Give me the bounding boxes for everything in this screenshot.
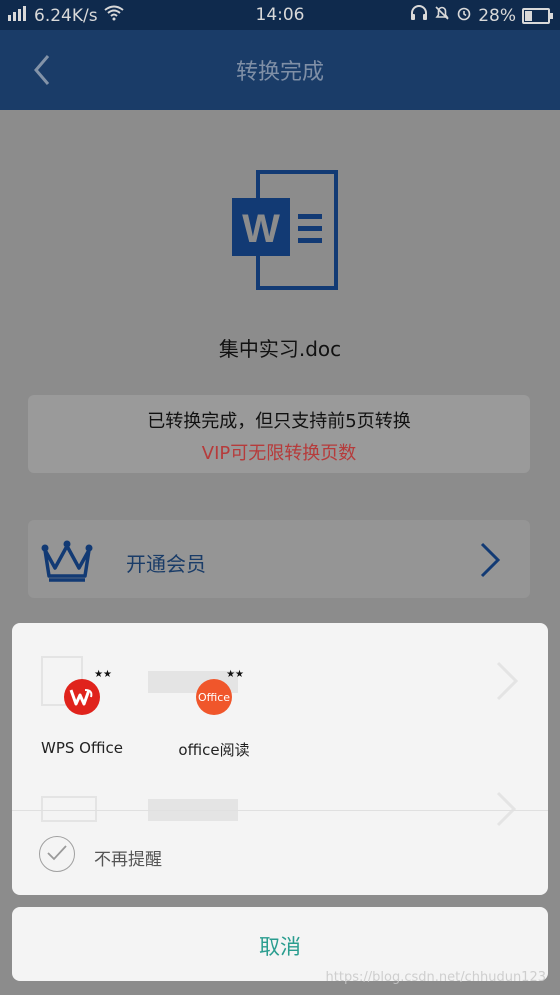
title-bar: 转换完成 [0, 30, 560, 110]
alarm-icon [456, 5, 472, 26]
watermark: https://blog.csdn.net/chhudun123 [325, 970, 546, 985]
battery-percent: 28% [478, 5, 516, 26]
notice-line-2: VIP可无限转换页数 [201, 443, 357, 464]
open-with-dialog: ★★ WPS Office Office ★★ office阅读 不再提醒 [12, 623, 548, 895]
open-vip-row[interactable]: 开通会员 [28, 520, 530, 598]
wps-office-icon: ★★ [62, 669, 112, 715]
battery-icon [522, 7, 553, 24]
notice-line-1: 已转换完成，但只支持前5页转换 [147, 411, 411, 432]
mute-bell-icon [434, 5, 450, 26]
app-option-office-reader[interactable]: Office ★★ office阅读 [144, 669, 284, 760]
app-label-wps: WPS Office [41, 739, 123, 757]
cancel-label: 取消 [259, 935, 301, 959]
dialog-divider [12, 810, 548, 811]
crown-icon [40, 538, 94, 582]
new-badge-stars: ★★ [226, 669, 244, 680]
page-title: 转换完成 [235, 60, 324, 85]
document-filename: 集中实习.doc [218, 337, 342, 361]
app-option-wps[interactable]: ★★ WPS Office [12, 669, 152, 757]
new-badge-stars: ★★ [94, 669, 112, 680]
svg-text:W: W [242, 207, 280, 251]
conversion-notice: 已转换完成，但只支持前5页转换 VIP可无限转换页数 [28, 395, 530, 473]
checkmark-icon [47, 845, 67, 861]
word-document-icon: W [228, 168, 340, 292]
headset-icon [410, 5, 428, 26]
office-icon-glyph: Office [197, 690, 231, 704]
status-right: 28% [410, 5, 553, 26]
status-bar: 6.24K/s 14:06 28% [0, 0, 560, 30]
open-vip-label: 开通会员 [126, 552, 206, 576]
app-label-office-reader: office阅读 [178, 741, 250, 759]
dont-remind-label: 不再提醒 [94, 850, 162, 870]
ghost-background-row-2 [38, 791, 524, 827]
chevron-right-icon [478, 542, 502, 578]
office-reader-icon: Office ★★ [194, 669, 244, 715]
dont-remind-checkbox[interactable] [39, 836, 75, 872]
